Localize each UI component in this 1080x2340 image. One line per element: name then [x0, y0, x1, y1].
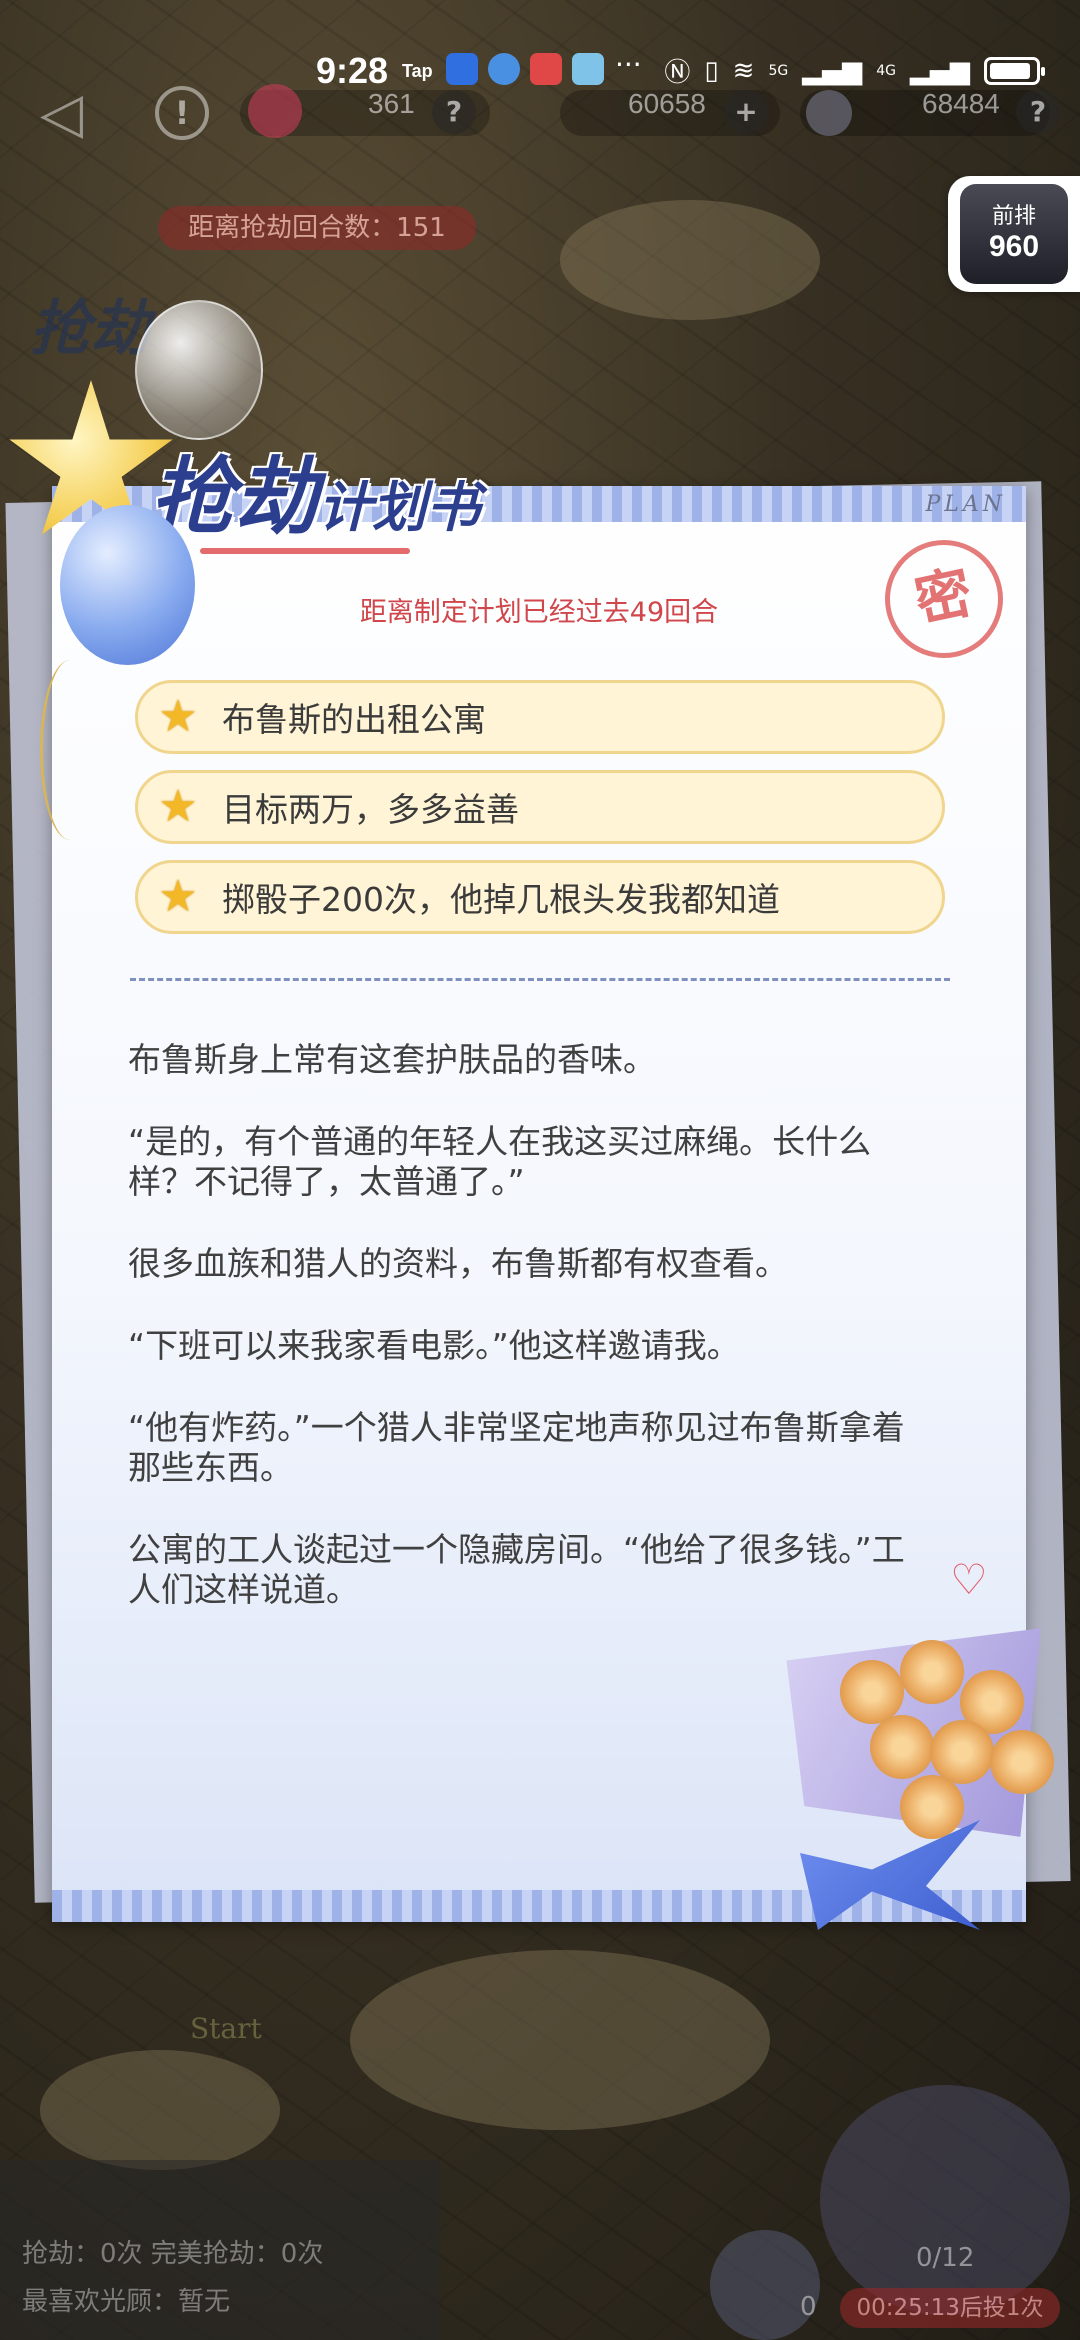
- clue-notes: 布鲁斯身上常有这套护肤品的香味。 “是的，有个普通的年轻人在我这买过麻绳。长什么…: [128, 1040, 928, 1652]
- rose-flower: [840, 1660, 904, 1724]
- goal-item: ★ 掷骰子200次，他掉几根头发我都知道: [135, 860, 945, 934]
- browser-app-icon: [488, 53, 520, 85]
- network-5g-label: 5G: [768, 62, 789, 79]
- heart-icon: ♡: [950, 1555, 988, 1604]
- plan-tag: PLAN: [925, 492, 1006, 517]
- wifi-icon: ≋: [732, 55, 755, 86]
- shield-app-icon: [446, 53, 478, 85]
- star-icon: ★: [158, 871, 198, 922]
- status-bar: 9:28 Tap ··· Ⓝ ▯ ≋ 5G ▂▄▆ 4G ▂▄▆: [0, 40, 1080, 102]
- feather-button[interactable]: [710, 2230, 820, 2340]
- goal-text: 掷骰子200次，他掉几根头发我都知道: [222, 880, 780, 919]
- star-icon: ★: [158, 781, 198, 832]
- badge-label: 前排: [991, 204, 1036, 229]
- battery-icon: [984, 56, 1045, 85]
- background-robbery-title: 抢劫: [30, 294, 150, 364]
- dice-refill-timer: 00:25:13后投1次: [840, 2288, 1060, 2328]
- clue-paragraph: 很多血族和猎人的资料，布鲁斯都有权查看。: [128, 1244, 788, 1283]
- title-underline: [200, 548, 410, 554]
- robbery-stats-panel: 抢劫：0次 完美抢劫：0次 最喜欢光顾：暂无: [0, 2160, 440, 2340]
- clear-balloon-decoration: [135, 300, 263, 440]
- goal-text: 目标两万，多多益善: [222, 790, 519, 829]
- network-4g-label: 4G: [876, 62, 896, 79]
- clue-paragraph: “下班可以来我家看电影。”他这样邀请我。: [128, 1326, 740, 1365]
- dice-roll-button[interactable]: [820, 2085, 1070, 2315]
- goal-item: ★ 布鲁斯的出租公寓: [135, 680, 945, 754]
- plan-title-suffix: 计划书: [318, 475, 481, 539]
- rose-flower: [930, 1720, 994, 1784]
- status-time: 9:28: [316, 50, 389, 91]
- start-tile-label: Start: [190, 2012, 262, 2045]
- signal-icon: ▂▄▆: [910, 55, 970, 86]
- book-app-icon: [530, 53, 562, 85]
- badge-number: 960: [988, 230, 1040, 263]
- dice-count: 0/12: [916, 2243, 975, 2273]
- robbery-count-line: 抢劫：0次 完美抢劫：0次: [22, 2239, 324, 2269]
- more-notifications-icon: ···: [615, 48, 642, 81]
- clue-paragraph: 公寓的工人谈起过一个隐藏房间。“他给了很多钱。”工人们这样说道。: [128, 1530, 905, 1609]
- favorite-visit-line: 最喜欢光顾：暂无: [22, 2287, 231, 2317]
- clue-paragraph: “他有炸药。”一个猎人非常坚定地声称见过布鲁斯拿着那些东西。: [128, 1408, 905, 1487]
- nfc-icon: Ⓝ: [664, 58, 691, 88]
- rose-flower: [990, 1730, 1054, 1794]
- goal-item: ★ 目标两万，多多益善: [135, 770, 945, 844]
- rose-flower: [900, 1640, 964, 1704]
- clue-paragraph: “是的，有个普通的年轻人在我这买过麻绳。长什么样？不记得了，太普通了。”: [128, 1122, 872, 1201]
- tap-app-label: Tap: [402, 60, 433, 81]
- dashed-divider: [130, 978, 950, 981]
- clue-paragraph: 布鲁斯身上常有这套护肤品的香味。: [128, 1040, 656, 1079]
- goal-text: 布鲁斯的出租公寓: [222, 700, 486, 739]
- cat-app-icon: [572, 53, 604, 85]
- signal-icon: ▂▄▆: [802, 55, 863, 86]
- plan-title: 抢劫计划书: [150, 430, 480, 551]
- blue-balloon-decoration: [60, 505, 195, 665]
- rose-flower: [900, 1775, 964, 1839]
- vibrate-icon: ▯: [704, 55, 719, 86]
- floating-rank-badge[interactable]: 前排 960: [948, 176, 1080, 292]
- plan-subtitle: 距离制定计划已经过去49回合: [359, 597, 719, 628]
- balloon-string-decoration: [40, 660, 100, 840]
- star-icon: ★: [158, 691, 198, 742]
- feather-count: 0: [800, 2292, 817, 2322]
- robbery-round-counter: 距离抢劫回合数：151: [158, 206, 476, 250]
- rose-flower: [870, 1715, 934, 1779]
